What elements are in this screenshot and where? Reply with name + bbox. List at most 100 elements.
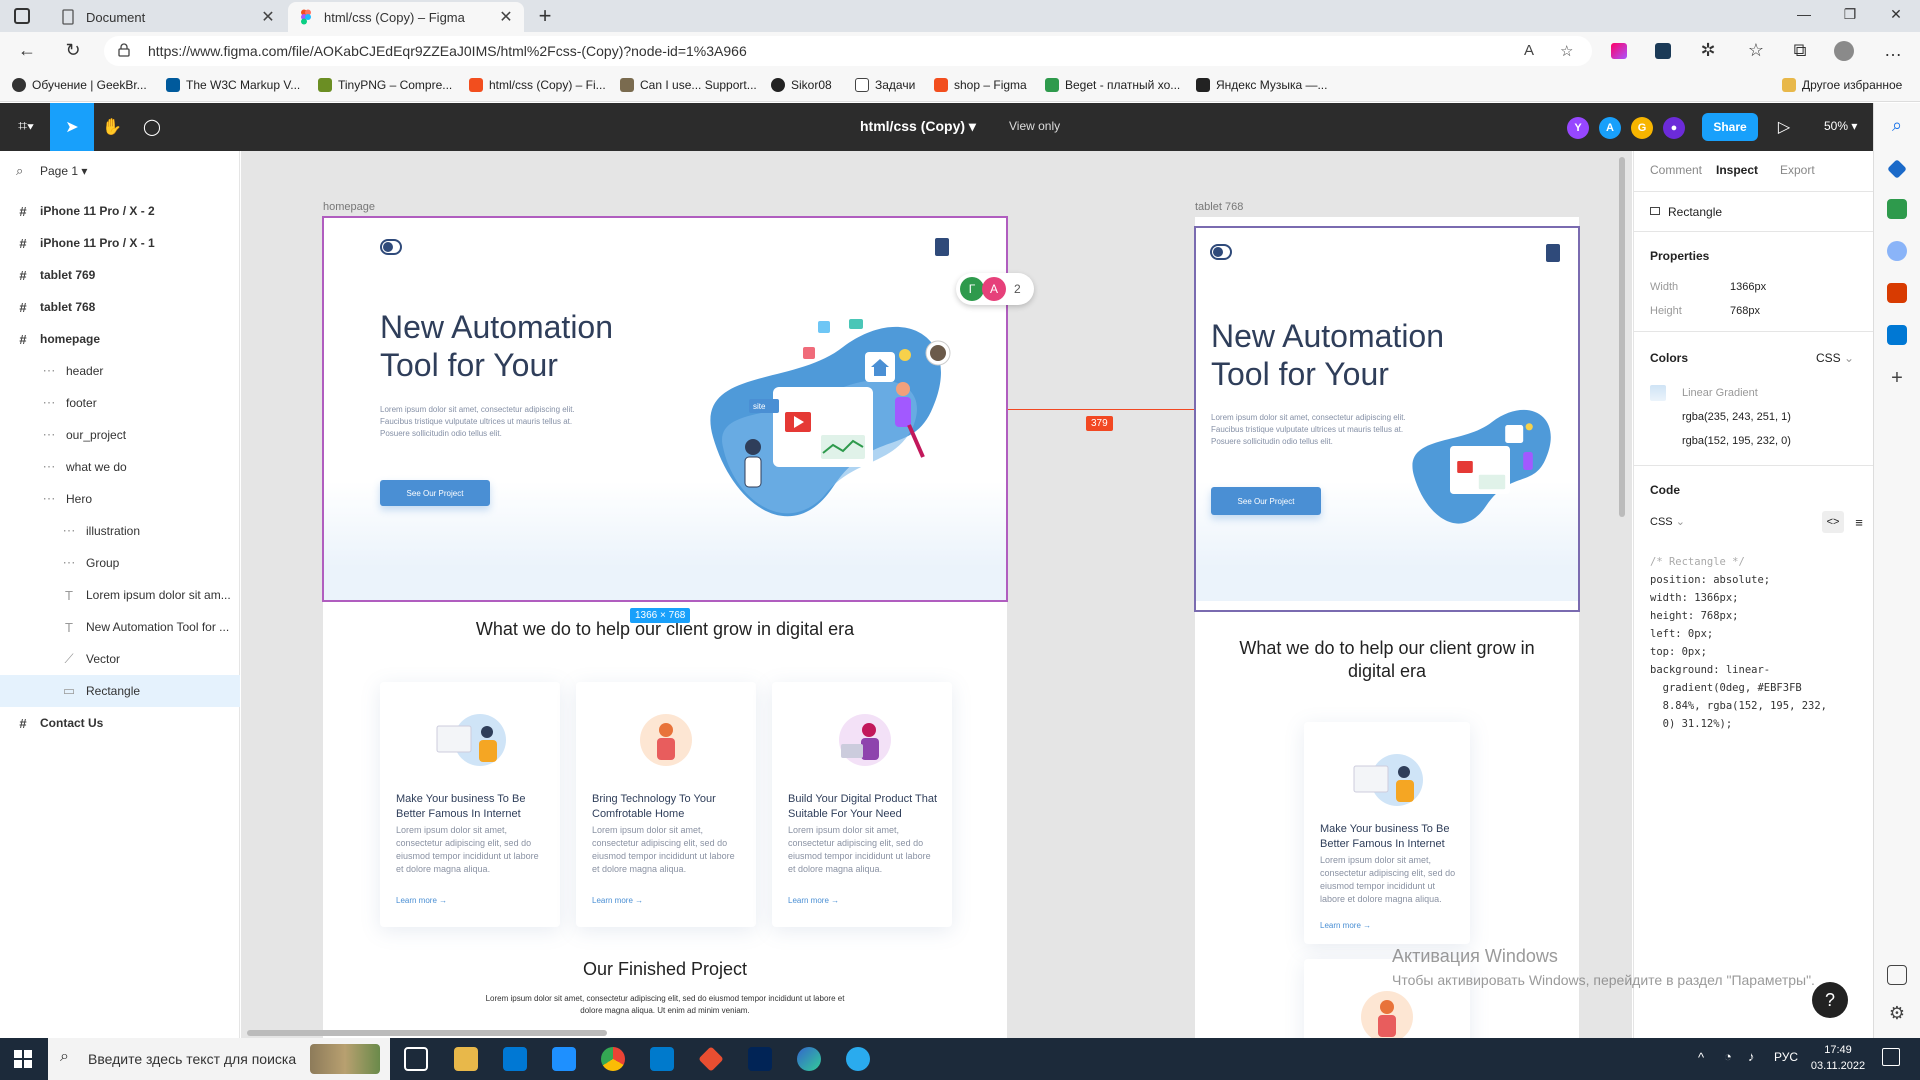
layer-item[interactable]: # homepage [0,323,240,355]
address-bar[interactable]: https://www.figma.com/file/AOKabCJEdEqr9… [104,36,1592,66]
games-icon[interactable] [1887,241,1907,261]
service-card[interactable]: Bring Technology To Your Comfrotable Hom… [576,682,756,927]
taskbar-search[interactable]: ⌕ Введите здесь текст для поиска [48,1038,390,1080]
learn-more-link[interactable]: Learn more → [788,896,839,905]
layer-item[interactable]: T New Automation Tool for ... [0,611,240,643]
restore-icon[interactable]: ❐ [1840,6,1860,23]
search-icon[interactable]: ⌕ [16,163,23,179]
code-language-select[interactable]: CSS ⌄ [1650,515,1685,528]
close-icon[interactable]: ✕ [260,7,276,27]
file-explorer-icon[interactable] [454,1047,478,1071]
extensions-puzzle-icon[interactable]: ✲ [1697,40,1719,61]
mail-icon[interactable] [552,1047,576,1071]
share-button[interactable]: Share [1702,113,1758,141]
tools-icon[interactable] [1887,199,1907,219]
layer-item[interactable]: ⋯ footer [0,387,240,419]
color-stop[interactable]: rgba(152, 195, 232, 0) [1682,435,1791,447]
file-title[interactable]: html/css (Copy) ▾ [860,118,976,135]
profile-avatar[interactable] [1834,41,1854,61]
refresh-icon[interactable]: ↻ [62,40,84,61]
color-format-select[interactable]: CSS ⌄ [1816,351,1854,365]
layer-item[interactable]: # tablet 768 [0,291,240,323]
collections-icon[interactable]: ⧉ [1789,40,1811,61]
shopping-icon[interactable] [1887,159,1907,179]
bookmark-item[interactable]: Яндекс Музыка —... [1196,78,1327,92]
learn-more-link[interactable]: Learn more → [1320,921,1371,930]
tab-inspect[interactable]: Inspect [1716,163,1758,177]
css-code-block[interactable]: /* Rectangle */ position: absolute; width:… [1650,553,1827,733]
powershell-icon[interactable] [748,1047,772,1071]
extension-icon[interactable] [1655,43,1671,59]
zoom-level[interactable]: 50% ▾ [1824,119,1857,133]
color-stop[interactable]: rgba(235, 243, 251, 1) [1682,411,1791,423]
close-icon[interactable]: ✕ [498,7,514,27]
list-view-icon[interactable]: ≡ [1848,511,1870,533]
layer-item[interactable]: ▭ Rectangle [0,675,240,707]
clock[interactable]: 17:49 03.11.2022 [1808,1042,1868,1074]
settings-icon[interactable]: ⚙ [1887,1003,1907,1023]
service-card[interactable]: Make Your business To Be Better Famous I… [1304,722,1470,944]
language-indicator[interactable]: РУС [1774,1050,1798,1064]
avatar[interactable]: G [1631,117,1653,139]
frame-label[interactable]: homepage [323,201,375,213]
minimize-icon[interactable]: — [1794,6,1814,22]
bookmark-item[interactable]: html/css (Copy) – Fi... [469,78,606,92]
horizontal-scrollbar[interactable] [247,1030,607,1036]
favorite-star-icon[interactable]: ☆ [1560,42,1573,60]
avatar[interactable]: ● [1663,117,1685,139]
comment-tool-icon[interactable]: ◯ [130,103,174,151]
windows-start-icon[interactable] [14,1050,32,1068]
bookmark-item[interactable]: Can I use... Support... [620,78,757,92]
extension-icon[interactable] [1611,43,1627,59]
office-icon[interactable] [1887,283,1907,303]
present-icon[interactable]: ▷ [1762,103,1806,151]
task-view-icon[interactable] [404,1047,428,1071]
tray-chevron-icon[interactable]: ^ [1698,1050,1704,1065]
vertical-scrollbar[interactable] [1619,157,1625,517]
new-tab-button[interactable]: + [534,4,556,28]
search-icon[interactable]: ⌕ [1887,115,1907,135]
layer-item[interactable]: ⋯ what we do [0,451,240,483]
layer-item[interactable]: ⋯ Group [0,547,240,579]
network-icon[interactable]: ◔ [1724,1049,1732,1064]
project-text[interactable]: Lorem ipsum dolor sit amet, consectetur … [478,993,852,1017]
bookmark-item[interactable]: Sikor08 [771,78,832,92]
layer-item[interactable]: # Contact Us [0,707,240,739]
learn-more-link[interactable]: Learn more → [592,896,643,905]
layer-item[interactable]: # tablet 769 [0,259,240,291]
sidebar-toggle-icon[interactable] [1887,965,1907,985]
edge-icon[interactable] [797,1047,821,1071]
notifications-icon[interactable] [1882,1048,1900,1066]
more-icon[interactable]: … [1882,40,1904,61]
layer-item[interactable]: ⋯ Hero [0,483,240,515]
git-icon[interactable] [698,1046,724,1072]
tab-comment[interactable]: Comment [1650,163,1702,177]
service-card[interactable] [1304,959,1470,1038]
canvas[interactable]: homepage tablet 768 New Automation Tool … [241,151,1632,1038]
favorites-icon[interactable]: ☆ [1745,40,1767,61]
comment-bubble[interactable]: Г А 2 [956,273,1034,305]
chrome-icon[interactable] [601,1047,625,1071]
other-favorites-folder[interactable]: Другое избранное [1782,78,1902,92]
height-value[interactable]: 768px [1730,305,1760,317]
avatar[interactable]: A [1599,117,1621,139]
layer-item[interactable]: ⋯ illustration [0,515,240,547]
volume-icon[interactable]: ♪ [1748,1049,1755,1064]
learn-more-link[interactable]: Learn more → [396,896,447,905]
layer-item[interactable]: ⟋ Vector [0,643,240,675]
read-aloud-icon[interactable]: A [1524,42,1534,59]
back-icon[interactable]: ← [16,40,38,61]
close-window-icon[interactable]: ✕ [1886,6,1906,23]
vscode-icon[interactable] [650,1047,674,1071]
gradient-swatch[interactable] [1650,385,1666,401]
layer-item[interactable]: # iPhone 11 Pro / X - 1 [0,227,240,259]
store-icon[interactable] [503,1047,527,1071]
project-title[interactable]: Our Finished Project [323,959,1007,980]
avatar[interactable]: Y [1567,117,1589,139]
bookmark-item[interactable]: Задачи [855,78,915,92]
page-selector[interactable]: Page 1 ▾ [40,164,87,178]
layer-item[interactable]: ⋯ our_project [0,419,240,451]
bookmark-item[interactable]: TinyPNG – Compre... [318,78,452,92]
help-button[interactable]: ? [1812,982,1848,1018]
tab-export[interactable]: Export [1780,163,1815,177]
